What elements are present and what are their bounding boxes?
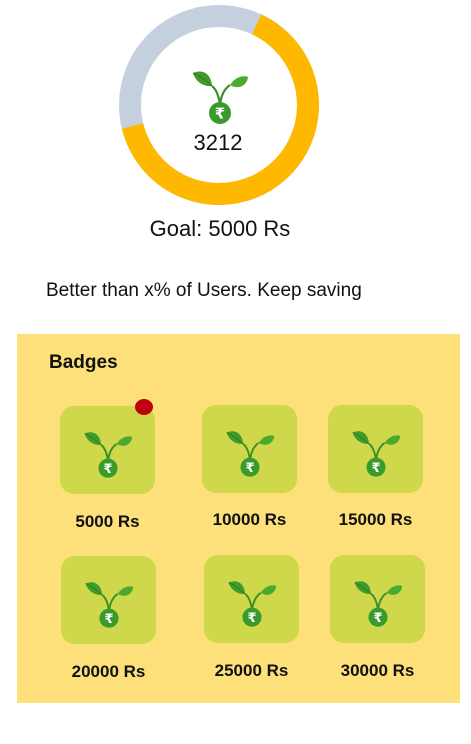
badge-label: 15000 Rs <box>338 510 413 529</box>
badge-label: 25000 Rs <box>214 661 289 680</box>
seedling-rupee-icon <box>190 59 250 125</box>
seedling-rupee-icon <box>224 419 276 479</box>
current-savings-value: 3212 <box>193 130 243 155</box>
badge-label: 20000 Rs <box>71 662 146 681</box>
badge-tile[interactable] <box>202 405 297 493</box>
seedling-rupee-icon <box>82 420 134 480</box>
badge-tile[interactable] <box>330 555 425 643</box>
badge-label: 10000 Rs <box>212 510 287 529</box>
badge-tile[interactable] <box>60 406 155 494</box>
badge-tile[interactable] <box>204 555 299 643</box>
seedling-rupee-icon <box>83 570 135 630</box>
new-badge-indicator <box>135 399 153 415</box>
seedling-rupee-icon <box>352 569 404 629</box>
seedling-rupee-icon <box>350 419 402 479</box>
badges-title: Badges <box>49 352 118 373</box>
savings-progress-ring: 3212 <box>118 4 320 206</box>
user-rank-message: Better than x% of Users. Keep saving <box>46 280 362 301</box>
badge-tile[interactable] <box>328 405 423 493</box>
badge-label: 5000 Rs <box>75 512 140 531</box>
badge-tile[interactable] <box>61 556 156 644</box>
badge-label: 30000 Rs <box>340 661 415 680</box>
badges-panel: Badges 5000 Rs 10000 Rs 15000 Rs 20000 R… <box>17 334 460 703</box>
savings-goal: Goal: 5000 Rs <box>149 216 291 241</box>
seedling-rupee-icon <box>226 569 278 629</box>
